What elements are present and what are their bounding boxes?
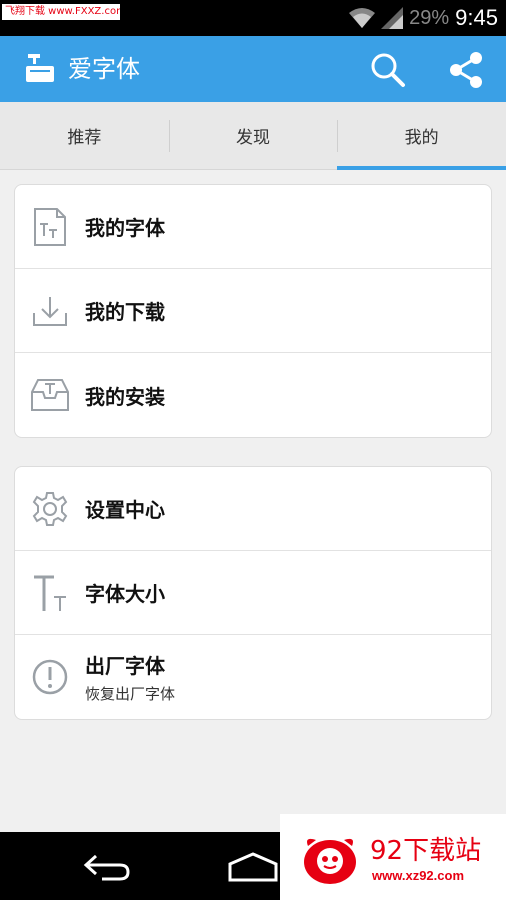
search-icon[interactable] (368, 50, 408, 90)
tab-bar: 推荐 发现 我的 (0, 102, 506, 170)
back-icon[interactable] (82, 852, 132, 886)
signal-icon (381, 7, 404, 29)
app-bar: 爱字体 (0, 36, 506, 102)
watermark-title: 92下载站 (370, 836, 482, 866)
item-label: 我的下载 (85, 300, 165, 324)
watermark-bottom: 92下载站 www.xz92.com (280, 814, 506, 900)
install-tray-icon (15, 353, 85, 437)
watermark-url: www.xz92.com (372, 868, 464, 883)
tab-discover[interactable]: 发现 (168, 102, 338, 169)
status-bar: 飞翔下载 www.FXXZ.com 29% 9:45 (0, 0, 506, 36)
item-sublabel: 恢复出厂字体 (85, 685, 176, 703)
watermark-top: 飞翔下载 www.FXXZ.com (2, 4, 120, 20)
clock: 9:45 (455, 5, 498, 30)
my-fonts-item[interactable]: 我的字体 (15, 185, 491, 269)
settings-card: 设置中心 字体大小 出厂字体 恢复出厂字体 (14, 466, 492, 720)
item-label: 出厂字体 (85, 654, 165, 678)
home-icon[interactable] (226, 852, 280, 886)
font-file-icon (15, 185, 85, 269)
site-logo-icon (300, 832, 360, 888)
download-icon (15, 269, 85, 353)
item-label: 设置中心 (85, 498, 165, 522)
item-label: 我的字体 (85, 216, 165, 240)
wifi-icon (349, 7, 376, 29)
tab-recommend[interactable]: 推荐 (0, 102, 169, 169)
text-size-icon (15, 551, 85, 635)
share-icon[interactable] (446, 50, 486, 90)
battery-percent: 29% (409, 6, 450, 29)
font-size-item[interactable]: 字体大小 (15, 551, 491, 635)
my-downloads-item[interactable]: 我的下载 (15, 269, 491, 353)
my-installs-item[interactable]: 我的安装 (15, 353, 491, 437)
settings-center-item[interactable]: 设置中心 (15, 467, 491, 551)
factory-font-item[interactable]: 出厂字体 恢复出厂字体 (15, 635, 491, 719)
font-logo-icon (24, 52, 56, 84)
gear-icon (15, 467, 85, 551)
app-title: 爱字体 (68, 55, 140, 83)
item-label: 我的安装 (85, 384, 165, 409)
item-label: 字体大小 (85, 582, 165, 606)
my-content-card: 我的字体 我的下载 我的安装 (14, 184, 492, 438)
status-icons: 29% 9:45 (349, 4, 498, 32)
alert-circle-icon (15, 635, 85, 719)
tab-mine[interactable]: 我的 (337, 102, 506, 170)
